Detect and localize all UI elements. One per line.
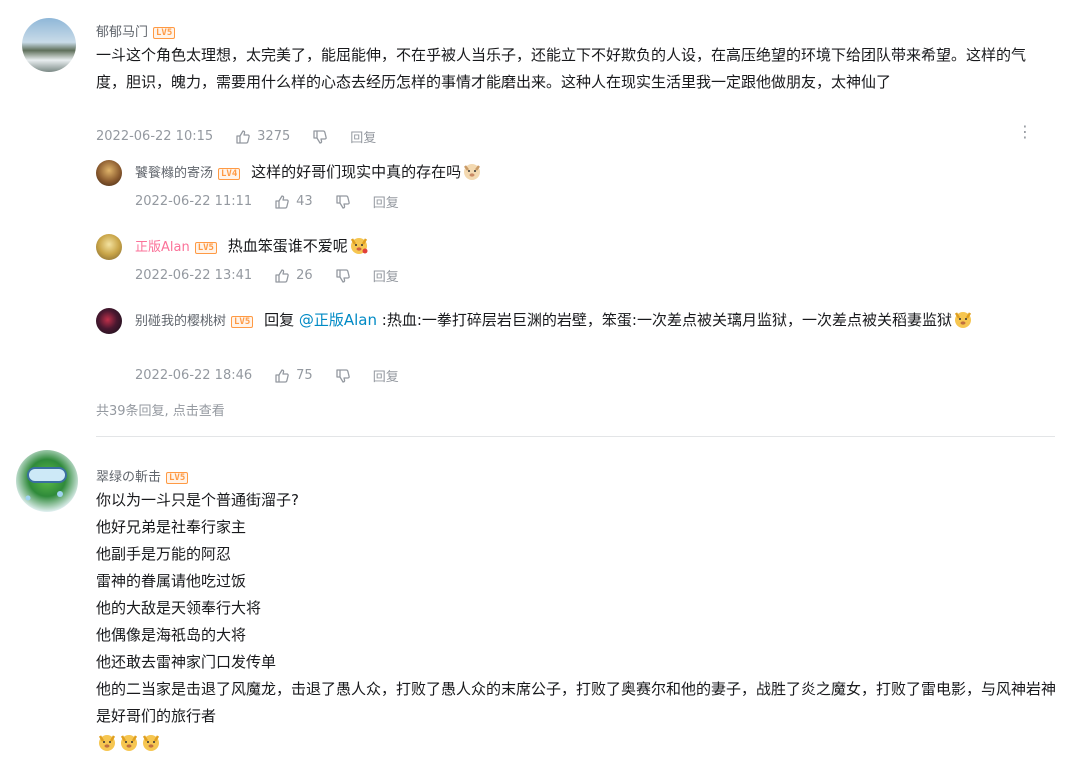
dislike-button[interactable] (335, 194, 357, 210)
reply-prefix: 回复 (264, 311, 295, 329)
view-more-replies-link[interactable]: 共39条回复, 点击查看 (96, 400, 225, 419)
comment-line: 他的大敌是天领奉行大将 (96, 599, 262, 617)
thumbs-down-icon (336, 368, 350, 383)
thumbs-up-icon (275, 368, 289, 383)
like-count: 43 (296, 194, 313, 209)
avatar[interactable] (22, 18, 76, 72)
timestamp: 2022-06-22 13:41 (135, 268, 253, 283)
username-text[interactable]: 别碰我的樱桃树 (135, 314, 226, 329)
thumbs-up-icon (275, 194, 289, 209)
dog-face-emoji-icon (98, 735, 116, 751)
dislike-button[interactable] (312, 129, 334, 145)
thumbs-down-icon (336, 194, 350, 209)
dog-face-emoji-icon (464, 164, 481, 180)
reply-text: 热血笨蛋谁不爱呢 (227, 237, 348, 255)
reply-button[interactable]: 回复 (373, 192, 399, 211)
comment-line: 雷神的眷属请他吃过饭 (96, 572, 247, 590)
dislike-button[interactable] (335, 268, 357, 284)
comment-line: 他偶像是海祇岛的大将 (96, 626, 247, 644)
avatar[interactable] (96, 234, 122, 260)
username-text[interactable]: 正版Alan (135, 240, 190, 255)
reply-text: :热血:一拳打碎层岩巨渊的岩壁，笨蛋:一次差点被关璃月监狱，一次差点被关稻妻监狱 (381, 311, 952, 329)
username-text[interactable]: 翠绿の斬击 (96, 470, 161, 485)
divider (96, 436, 1055, 437)
avatar[interactable] (16, 450, 78, 512)
reply-button[interactable]: 回复 (373, 266, 399, 285)
dog-face-emoji-icon (142, 735, 160, 751)
level-badge: LV5 (153, 27, 176, 39)
like-button[interactable]: 75 (274, 368, 313, 384)
avatar[interactable] (96, 308, 122, 334)
dog-face-emoji-icon (954, 312, 972, 328)
avatar[interactable] (96, 160, 122, 186)
like-count: 26 (296, 268, 313, 283)
level-badge: LV5 (194, 242, 217, 254)
reply-line: 正版Alan LV5 热血笨蛋谁不爱呢 (135, 233, 370, 261)
emoji-row (96, 730, 1056, 757)
dog-face-emoji-icon (120, 735, 138, 751)
comment-text: 一斗这个角色太理想，太完美了，能屈能伸，不在乎被人当乐子，还能立下不好欺负的人设… (96, 46, 1027, 91)
like-count: 75 (296, 368, 313, 383)
timestamp: 2022-06-22 11:11 (135, 194, 253, 209)
dog-face-emoji-icon (350, 238, 368, 254)
username-text[interactable]: 郁郁马门 (96, 25, 148, 40)
dislike-button[interactable] (335, 368, 357, 384)
like-button[interactable]: 3275 (235, 129, 290, 145)
level-badge: LV4 (218, 168, 241, 180)
reply-text: 这样的好哥们现实中真的存在吗 (251, 163, 462, 181)
reply-button[interactable]: 回复 (350, 127, 376, 146)
thumbs-up-icon (275, 268, 289, 283)
like-button[interactable]: 26 (274, 268, 313, 284)
comment-line: 他还敢去雷神家门口发传单 (96, 653, 277, 671)
thumbs-up-icon (236, 129, 250, 144)
comment-line: 他的二当家是击退了风魔龙，击退了愚人众，打败了愚人众的末席公子，打败了奥赛尔和他… (96, 680, 1057, 725)
more-options-icon[interactable]: ⋮ (1017, 124, 1033, 140)
username[interactable]: 翠绿の斬击 LV5 (96, 466, 189, 485)
timestamp: 2022-06-22 10:15 (96, 129, 214, 144)
comment-meta: 2022-06-22 10:15 3275 回复 (96, 127, 376, 146)
like-button[interactable]: 43 (274, 194, 313, 210)
username[interactable]: 郁郁马门 LV5 (96, 21, 176, 40)
thumbs-down-icon (313, 129, 328, 144)
reply-meta: 2022-06-22 11:11 43 回复 (135, 192, 399, 211)
reply-line: 饕餮橼的寄汤 LV4 这样的好哥们现实中真的存在吗 (135, 159, 483, 187)
timestamp: 2022-06-22 18:46 (135, 368, 253, 383)
comment-text: 你以为一斗只是个普通街溜子? 他好兄弟是社奉行家主 他副手是万能的阿忍 雷神的眷… (96, 487, 1056, 757)
username-text[interactable]: 饕餮橼的寄汤 (135, 166, 213, 181)
reply-meta: 2022-06-22 13:41 26 回复 (135, 266, 399, 285)
diving-mask-icon (25, 467, 67, 501)
comment-line: 他副手是万能的阿忍 (96, 545, 232, 563)
mention-link[interactable]: @正版Alan (299, 311, 377, 329)
level-badge: LV5 (231, 316, 254, 328)
comment-line: 你以为一斗只是个普通街溜子? (96, 491, 299, 509)
reply-meta: 2022-06-22 18:46 75 回复 (135, 366, 399, 385)
comment-line: 他好兄弟是社奉行家主 (96, 518, 247, 536)
like-count: 3275 (257, 129, 291, 144)
reply-button[interactable]: 回复 (373, 366, 399, 385)
level-badge: LV5 (166, 472, 189, 484)
reply-line: 别碰我的樱桃树 LV5 回复 @正版Alan :热血:一拳打碎层岩巨渊的岩壁，笨蛋… (135, 307, 1055, 335)
thumbs-down-icon (336, 268, 350, 283)
